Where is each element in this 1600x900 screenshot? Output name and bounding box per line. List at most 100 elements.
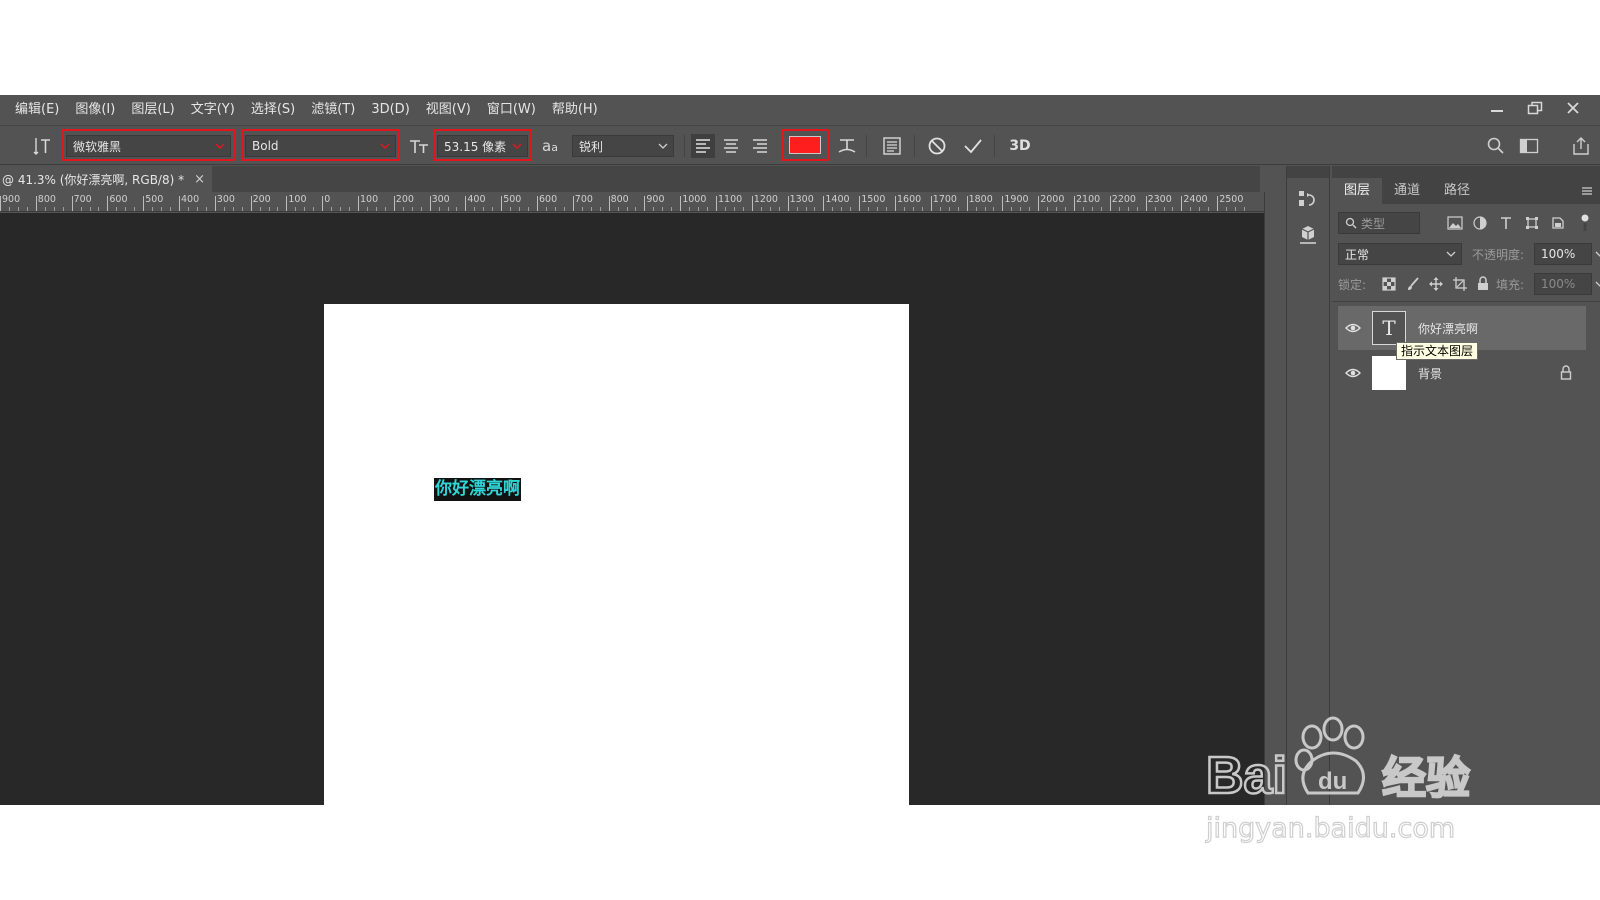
close-window-button[interactable] (1560, 98, 1586, 118)
ruler-minor-tick (1029, 207, 1031, 211)
ruler-minor-tick (420, 207, 422, 211)
commit-edit-button[interactable] (961, 134, 985, 158)
lock-transparent-icon[interactable] (1382, 277, 1396, 291)
ruler-tick (895, 196, 896, 211)
share-button[interactable] (1569, 134, 1593, 158)
blend-mode-dropdown[interactable]: 正常 (1338, 243, 1462, 265)
warp-text-button[interactable] (835, 134, 859, 158)
layer-name[interactable]: 背景 (1418, 365, 1442, 382)
ruler-minor-tick (1244, 207, 1246, 211)
ruler-minor-tick (1020, 207, 1022, 211)
filter-smart-object-icon[interactable] (1551, 216, 1565, 230)
tab-channels[interactable]: 通道 (1382, 178, 1432, 204)
ruler-label: 2200 (1111, 194, 1136, 205)
font-style-dropdown[interactable]: Bold (245, 135, 396, 157)
ruler-tick (608, 196, 610, 211)
align-left-button[interactable] (691, 134, 715, 158)
font-family-dropdown[interactable]: 微软雅黑 (66, 135, 231, 157)
ruler-label: 900 (2, 194, 21, 205)
menu-select[interactable]: 选择(S) (243, 95, 303, 125)
ruler-minor-tick (170, 207, 172, 211)
tab-paths[interactable]: 路径 (1432, 178, 1482, 204)
menu-view[interactable]: 视图(V) (418, 95, 479, 125)
ruler-minor-tick (993, 207, 995, 211)
document-tab[interactable]: @ 41.3% (你好漂亮啊, RGB/8) * × (0, 166, 212, 192)
canvas-area[interactable]: 你好漂亮啊 (0, 213, 1264, 805)
fill-field[interactable]: 100% (1534, 273, 1600, 295)
ruler-minor-tick (724, 207, 726, 211)
selected-text[interactable]: 你好漂亮啊 (434, 478, 521, 501)
menu-image[interactable]: 图像(I) (67, 95, 123, 125)
font-size-field[interactable]: 53.15 像素 (437, 135, 528, 157)
create-3d-button[interactable]: 3D (1005, 134, 1035, 158)
layer-name[interactable]: 你好漂亮啊 (1418, 320, 1478, 337)
lock-artboard-icon[interactable] (1453, 277, 1467, 291)
document-canvas[interactable]: 你好漂亮啊 (324, 304, 909, 805)
ruler-minor-tick (375, 207, 377, 211)
layer-filter-dropdown[interactable]: 类型 (1338, 212, 1420, 234)
ruler-minor-tick (340, 207, 342, 211)
menu-type[interactable]: 文字(Y) (183, 95, 243, 125)
ruler-tick (680, 196, 682, 211)
ruler-minor-tick (44, 207, 46, 211)
filter-toggle-icon[interactable] (1580, 214, 1590, 232)
tab-layers[interactable]: 图层 (1332, 178, 1383, 204)
ruler-minor-tick (1091, 207, 1093, 211)
ruler-minor-tick (474, 207, 476, 211)
menu-edit[interactable]: 编辑(E) (0, 95, 67, 125)
menu-3d[interactable]: 3D(D) (363, 95, 417, 125)
ruler-label: 2400 (1183, 194, 1208, 205)
visibility-toggle[interactable] (1344, 364, 1362, 382)
antialias-dropdown[interactable]: 锐利 (572, 135, 674, 157)
menu-help[interactable]: 帮助(H) (544, 95, 606, 125)
ruler-tick (465, 196, 467, 211)
menu-layer[interactable]: 图层(L) (123, 95, 182, 125)
filter-adjustment-icon[interactable] (1473, 216, 1487, 230)
watermark-brand-latin: Bai (1206, 747, 1287, 805)
ruler-minor-tick (366, 207, 368, 211)
restore-button[interactable] (1522, 98, 1548, 118)
filter-pixel-layer-icon[interactable] (1447, 216, 1463, 230)
panel-menu-icon[interactable] (1580, 184, 1594, 198)
ruler-tick (1181, 196, 1183, 211)
ruler-label: 1400 (825, 194, 850, 205)
filter-shape-icon[interactable] (1525, 216, 1539, 230)
lock-move-icon[interactable] (1429, 277, 1443, 291)
ruler-minor-tick (1127, 207, 1129, 211)
ruler-minor-tick (152, 207, 154, 211)
ruler-minor-tick (1208, 207, 1210, 211)
search-button[interactable] (1484, 134, 1508, 158)
antialias-value: 锐利 (579, 139, 604, 154)
lock-all-icon[interactable] (1477, 276, 1489, 291)
workspace-button[interactable] (1517, 134, 1541, 158)
ruler-minor-tick (519, 207, 521, 211)
vertical-scrollbar[interactable] (1264, 192, 1284, 805)
text-color-swatch[interactable] (789, 136, 821, 154)
close-tab-icon[interactable]: × (194, 172, 205, 187)
menu-filter[interactable]: 滤镜(T) (303, 95, 363, 125)
cancel-edit-button[interactable] (925, 134, 949, 158)
align-center-button[interactable] (719, 134, 743, 158)
ruler-tick (1109, 196, 1111, 211)
opacity-label: 不透明度: (1472, 248, 1525, 262)
character-panel-icon (883, 137, 901, 155)
ruler-minor-tick (80, 207, 82, 211)
menu-window[interactable]: 窗口(W) (479, 95, 544, 125)
blend-mode-value: 正常 (1345, 247, 1370, 262)
chevron-down-icon (1593, 247, 1600, 261)
opacity-value: 100% (1541, 247, 1576, 261)
visibility-toggle[interactable] (1344, 319, 1362, 337)
lock-paint-brush-icon[interactable] (1406, 277, 1420, 291)
3d-panel-button[interactable] (1290, 220, 1326, 250)
filter-type-icon[interactable] (1499, 216, 1513, 230)
minimize-button[interactable] (1484, 98, 1510, 118)
layer-row-text[interactable]: T 你好漂亮啊 指示文本图层 (1338, 306, 1586, 360)
ruler-label: 500 (145, 194, 164, 205)
text-orientation-button[interactable] (30, 134, 54, 158)
ruler-minor-tick (26, 207, 28, 211)
align-right-button[interactable] (748, 134, 772, 158)
opacity-field[interactable]: 100% (1534, 243, 1600, 265)
history-icon (1299, 191, 1315, 206)
history-panel-button[interactable] (1290, 184, 1326, 214)
character-panel-button[interactable] (880, 134, 904, 158)
